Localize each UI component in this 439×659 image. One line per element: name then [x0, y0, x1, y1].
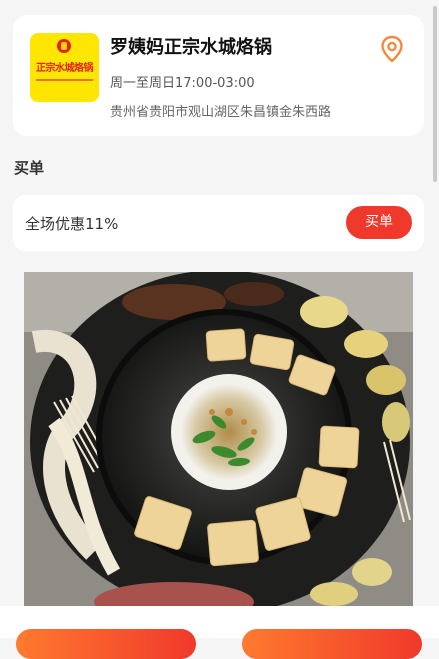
- store-name: 罗姨妈正宗水城烙锅: [110, 37, 272, 58]
- scrollbar[interactable]: [433, 6, 437, 182]
- bottom-bar: [0, 606, 439, 659]
- bottom-left-button[interactable]: [16, 629, 196, 659]
- hotpot-image: [24, 272, 413, 612]
- food-photo: [24, 272, 413, 612]
- bottom-right-button[interactable]: [242, 629, 422, 659]
- logo-divider: [36, 79, 93, 81]
- discount-card: 全场优惠11% 买单: [13, 195, 424, 251]
- store-card: 正宗水城烙锅 罗姨妈正宗水城烙锅 周一至周日17:00-03:00 贵州省贵阳市…: [13, 15, 424, 136]
- section-title: 买单: [14, 159, 45, 177]
- store-logo: 正宗水城烙锅: [30, 33, 99, 102]
- discount-text: 全场优惠11%: [25, 215, 119, 233]
- buy-button[interactable]: 买单: [346, 206, 412, 239]
- logo-badge-icon: [57, 39, 71, 53]
- store-hours: 周一至周日17:00-03:00: [110, 76, 255, 91]
- logo-text: 正宗水城烙锅: [36, 63, 94, 74]
- location-pin-icon[interactable]: [379, 35, 405, 63]
- store-address: 贵州省贵阳市观山湖区朱昌镇金朱西路: [110, 105, 332, 120]
